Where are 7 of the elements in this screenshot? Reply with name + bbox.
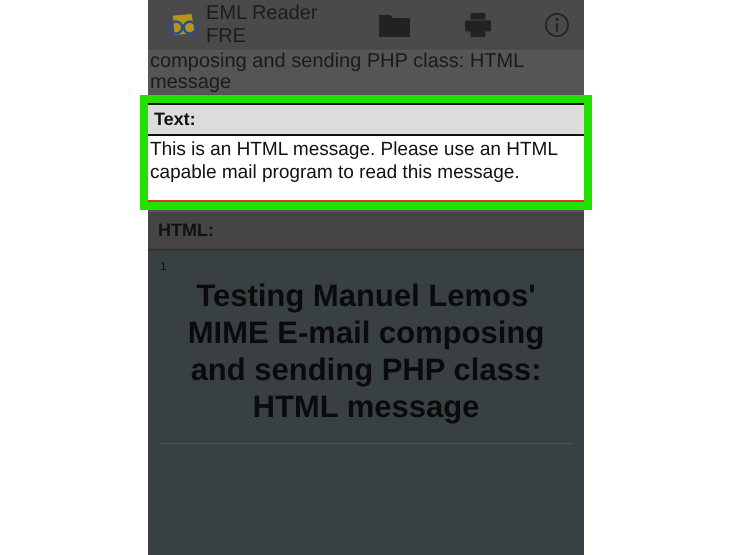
- printer-icon[interactable]: [464, 12, 492, 38]
- info-icon[interactable]: [544, 12, 570, 38]
- glasses-logo-icon: [166, 12, 200, 38]
- section-label: Text:: [154, 109, 196, 129]
- folder-icon[interactable]: [378, 12, 412, 38]
- message-text: This is an HTML message. Please use an HTML capable mail program to read this message.: [148, 136, 584, 202]
- html-heading: Testing Manuel Lemos' MIME E-mail composing and sending PHP class: HTML message: [186, 277, 546, 425]
